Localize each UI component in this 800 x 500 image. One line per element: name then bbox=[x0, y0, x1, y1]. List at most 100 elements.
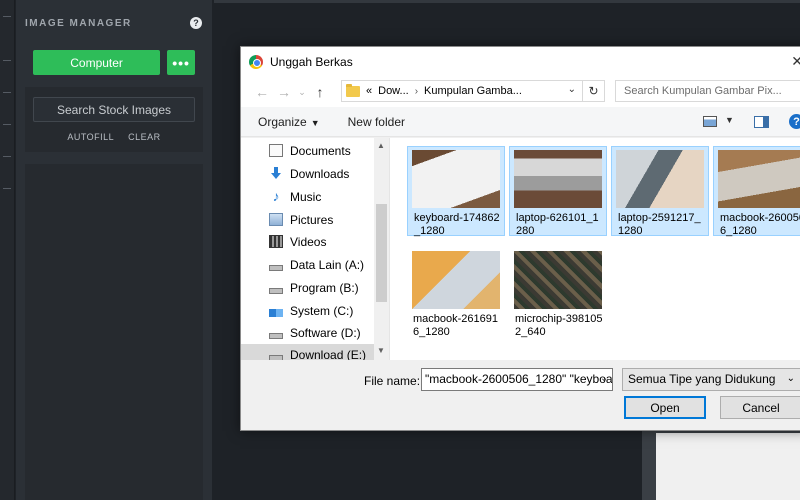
dialog-title: Unggah Berkas bbox=[270, 55, 353, 69]
rail-tick bbox=[3, 188, 11, 189]
dialog-titlebar[interactable]: Unggah Berkas ✕ bbox=[241, 47, 800, 77]
nav-item-documents[interactable]: Documents bbox=[269, 140, 351, 161]
image-list-area bbox=[25, 164, 203, 500]
breadcrumb-prefix[interactable]: « bbox=[366, 85, 372, 97]
image-thumbnail bbox=[616, 150, 704, 208]
preview-pane-icon[interactable] bbox=[754, 116, 769, 128]
pictures-icon bbox=[269, 213, 283, 226]
open-button[interactable]: Open bbox=[624, 396, 706, 419]
address-bar[interactable]: « Dow... › Kumpulan Gamba... ⌄ ↻ bbox=[341, 80, 605, 102]
action-links: AUTOFILL CLEAR bbox=[33, 132, 195, 142]
breadcrumb-part[interactable]: Kumpulan Gamba... bbox=[424, 85, 522, 97]
file-name: macbook-2616916_1280 bbox=[413, 313, 499, 338]
nav-item-label: System (C:) bbox=[290, 303, 354, 318]
system-drive-icon bbox=[269, 308, 283, 317]
forward-arrow-icon[interactable]: → bbox=[273, 84, 295, 100]
navigation-bar: ← → ⌄ ↑ « Dow... › Kumpulan Gamba... ⌄ ↻… bbox=[241, 77, 800, 107]
drive-icon bbox=[269, 332, 283, 339]
breadcrumb-part[interactable]: Dow... bbox=[378, 85, 409, 97]
nav-item-label: Downloads bbox=[290, 166, 350, 181]
panel-header: IMAGE MANAGER ? bbox=[16, 0, 212, 46]
scroll-down-icon[interactable]: ▼ bbox=[377, 346, 385, 355]
new-folder-button[interactable]: New folder bbox=[348, 115, 405, 129]
computer-button[interactable]: Computer bbox=[33, 50, 161, 75]
panel-title: IMAGE MANAGER bbox=[25, 17, 132, 29]
file-type-select[interactable]: Semua Tipe yang Didukung ⌄ bbox=[622, 368, 800, 391]
nav-item-system[interactable]: System (C:) bbox=[269, 300, 353, 321]
nav-item-label: Software (D:) bbox=[290, 325, 361, 340]
view-caret-icon[interactable]: ▼ bbox=[725, 115, 734, 125]
recent-locations-icon[interactable]: ⌄ bbox=[295, 87, 309, 98]
nav-item-videos[interactable]: Videos bbox=[269, 231, 326, 252]
file-name-input[interactable]: "macbook-2600506_1280" "keyboa bbox=[421, 368, 613, 391]
file-item[interactable]: laptop-2591217_1280 bbox=[611, 146, 709, 237]
image-thumbnail bbox=[412, 150, 500, 208]
file-item[interactable]: macbook-2600506_1280 bbox=[713, 146, 800, 237]
dialog-footer: File name: "macbook-2600506_1280" "keybo… bbox=[241, 360, 800, 430]
nav-item-software[interactable]: Software (D:) bbox=[269, 322, 361, 343]
downloads-icon bbox=[269, 167, 283, 180]
rail-tick bbox=[3, 60, 11, 61]
cancel-button[interactable]: Cancel bbox=[720, 396, 800, 419]
search-input[interactable]: Search Kumpulan Gambar Pix... bbox=[615, 80, 800, 102]
folder-icon bbox=[346, 83, 360, 97]
stock-section: Search Stock Images AUTOFILL CLEAR bbox=[25, 87, 203, 152]
scroll-up-icon[interactable]: ▲ bbox=[377, 141, 385, 150]
view-options-icon[interactable] bbox=[703, 116, 717, 127]
help-icon[interactable]: ? bbox=[190, 17, 202, 29]
autofill-link[interactable]: AUTOFILL bbox=[67, 132, 114, 142]
left-rail bbox=[0, 0, 15, 500]
source-row: Computer ••• bbox=[16, 46, 212, 75]
back-arrow-icon[interactable]: ← bbox=[251, 84, 273, 100]
top-border bbox=[214, 0, 800, 3]
more-options-button[interactable]: ••• bbox=[167, 50, 195, 75]
nav-item-label: Music bbox=[290, 189, 322, 204]
organize-menu[interactable]: Organize ▼ bbox=[258, 115, 320, 129]
file-name: microchip-3981052_640 bbox=[515, 313, 603, 338]
image-thumbnail bbox=[514, 150, 602, 208]
background-sheet bbox=[656, 433, 800, 500]
file-item[interactable]: laptop-626101_1280 bbox=[509, 146, 607, 237]
chevron-down-icon: ⌄ bbox=[786, 373, 795, 384]
nav-item-data-lain[interactable]: Data Lain (A:) bbox=[269, 254, 364, 275]
nav-item-pictures[interactable]: Pictures bbox=[269, 209, 333, 230]
file-item[interactable]: keyboard-174862_1280 bbox=[407, 146, 505, 237]
refresh-icon[interactable]: ↻ bbox=[582, 81, 604, 101]
clear-link[interactable]: CLEAR bbox=[128, 132, 161, 142]
file-grid: keyboard-174862_1280 laptop-626101_1280 … bbox=[407, 146, 800, 356]
file-name-label: File name: bbox=[364, 374, 421, 388]
drive-icon bbox=[269, 264, 283, 271]
file-name: laptop-626101_1280 bbox=[516, 212, 599, 237]
nav-item-label: Documents bbox=[290, 143, 351, 158]
image-thumbnail bbox=[514, 251, 602, 309]
help-icon[interactable]: ? bbox=[789, 114, 800, 129]
chevron-right-icon: › bbox=[414, 85, 419, 97]
videos-icon bbox=[269, 235, 283, 248]
file-name: laptop-2591217_1280 bbox=[618, 212, 701, 237]
file-name: macbook-2600506_1280 bbox=[720, 212, 800, 237]
nav-item-program[interactable]: Program (B:) bbox=[269, 277, 359, 298]
nav-item-label: Data Lain (A:) bbox=[290, 257, 365, 272]
dialog-body: Documents Downloads ♪ Music Pictures Vide… bbox=[241, 138, 800, 365]
up-arrow-icon[interactable]: ↑ bbox=[309, 84, 331, 100]
image-thumbnail bbox=[412, 251, 500, 309]
chevron-down-icon[interactable]: ⌄ bbox=[568, 84, 576, 95]
file-item[interactable]: microchip-3981052_640 bbox=[509, 248, 607, 338]
close-icon[interactable]: ✕ bbox=[791, 53, 800, 70]
scroll-thumb[interactable] bbox=[376, 204, 387, 302]
drive-icon bbox=[269, 287, 283, 294]
nav-item-label: Pictures bbox=[290, 212, 334, 227]
documents-icon bbox=[269, 144, 283, 157]
rail-tick bbox=[3, 124, 11, 125]
nav-item-label: Videos bbox=[290, 234, 327, 249]
nav-scrollbar[interactable]: ▲ ▼ bbox=[374, 138, 389, 360]
rail-tick bbox=[3, 16, 11, 17]
nav-item-label: Program (B:) bbox=[290, 280, 359, 295]
file-name-dropdown-icon[interactable]: ⌄ bbox=[600, 373, 608, 384]
file-item[interactable]: macbook-2616916_1280 bbox=[407, 248, 505, 338]
nav-item-downloads[interactable]: Downloads bbox=[269, 163, 349, 184]
search-stock-images-button[interactable]: Search Stock Images bbox=[33, 97, 195, 122]
organize-label: Organize bbox=[258, 114, 307, 129]
nav-item-music[interactable]: ♪ Music bbox=[269, 186, 322, 207]
search-placeholder: Search Kumpulan Gambar Pix... bbox=[624, 85, 782, 97]
